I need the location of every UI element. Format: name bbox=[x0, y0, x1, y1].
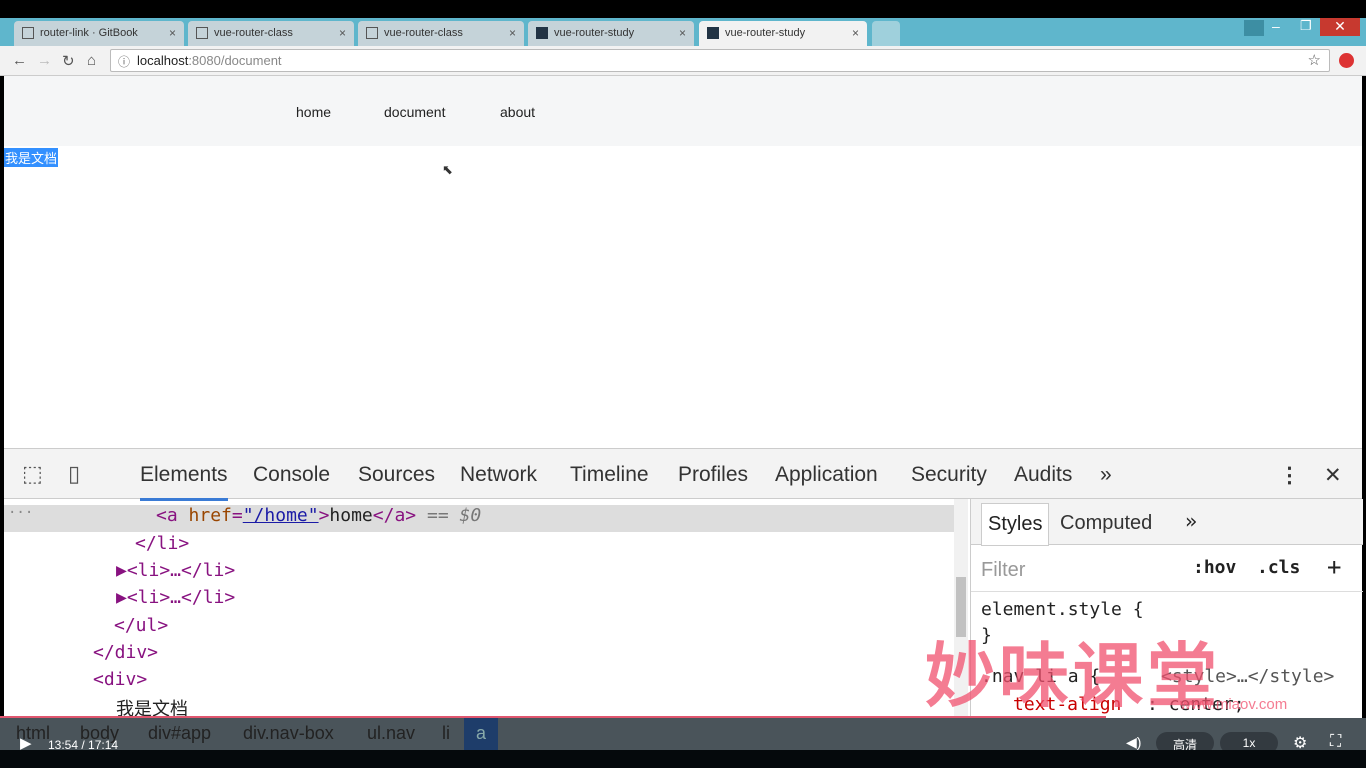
address-bar-row: ← → ↻ ⌂ ⓘ localhost:8080/document ☆ bbox=[0, 46, 1366, 76]
tag: </a> bbox=[372, 505, 417, 526]
tab-network[interactable]: Network bbox=[460, 463, 537, 487]
react-icon bbox=[536, 27, 548, 39]
inspect-icon[interactable]: ⬚ bbox=[22, 461, 43, 487]
tab-title: vue-router-class bbox=[214, 27, 293, 39]
tab-styles[interactable]: Styles bbox=[981, 503, 1050, 546]
breadcrumb: html body div#app div.nav-box ul.nav li … bbox=[0, 718, 1366, 754]
page-icon bbox=[366, 27, 378, 39]
tree-line[interactable]: <div> bbox=[4, 669, 954, 696]
selected-node[interactable]: ··· <a href="/home">home</a> == $0 bbox=[4, 505, 954, 532]
tab-bar: router-link · GitBook × vue-router-class ×… bbox=[0, 18, 1366, 46]
tab-elements[interactable]: Elements bbox=[140, 463, 228, 501]
tab-sources[interactable]: Sources bbox=[358, 463, 435, 487]
home-icon[interactable]: ⌂ bbox=[87, 52, 96, 69]
url-host: localhost bbox=[137, 53, 189, 68]
tree-line[interactable]: </li> bbox=[4, 533, 954, 560]
selection-marker: == $0 bbox=[426, 505, 482, 526]
close-devtools-icon[interactable]: ✕ bbox=[1324, 463, 1342, 488]
tab-title: router-link · GitBook bbox=[40, 27, 138, 39]
tree-line[interactable]: </div> bbox=[4, 642, 954, 669]
minimize-icon[interactable]: – bbox=[1272, 18, 1280, 34]
user-icon[interactable] bbox=[1244, 20, 1264, 36]
menu-icon[interactable]: ⋮ bbox=[1279, 463, 1300, 488]
window-close-icon[interactable]: ✕ bbox=[1320, 18, 1360, 36]
watermark: 妙味课堂 bbox=[925, 637, 1221, 715]
tab-computed[interactable]: Computed bbox=[1060, 512, 1152, 535]
breadcrumb-item[interactable]: ul.nav bbox=[367, 723, 415, 744]
browser-tab[interactable]: vue-router-class × bbox=[188, 21, 354, 46]
more-tabs-icon[interactable]: » bbox=[1100, 463, 1112, 487]
more-icon[interactable]: » bbox=[1185, 509, 1197, 533]
tab-console[interactable]: Console bbox=[253, 463, 330, 487]
breadcrumb-item[interactable]: li bbox=[442, 723, 450, 744]
tab-title: vue-router-study bbox=[725, 27, 806, 39]
page-content: home document about 我是文档 ⬉ bbox=[4, 76, 1362, 448]
document-text: 我是文档 bbox=[4, 148, 59, 167]
breadcrumb-item[interactable]: div.nav-box bbox=[243, 723, 334, 744]
browser-tab[interactable]: router-link · GitBook × bbox=[14, 21, 184, 46]
forward-icon[interactable]: → bbox=[37, 52, 52, 69]
tag: <a bbox=[156, 505, 189, 526]
breadcrumb-item-active[interactable]: a bbox=[464, 718, 499, 750]
rule-selector: element.style { bbox=[981, 599, 1144, 620]
nav-document-link[interactable]: document bbox=[384, 104, 445, 120]
tab-profiles[interactable]: Profiles bbox=[678, 463, 748, 487]
devtools-toolbar: ⬚ ▯ Elements Console Sources Network Tim… bbox=[4, 449, 1362, 501]
page-icon bbox=[196, 27, 208, 39]
close-icon[interactable]: × bbox=[169, 26, 176, 40]
ellipsis-icon[interactable]: ··· bbox=[8, 505, 33, 521]
watermark-url: www.miaov.com bbox=[1180, 696, 1288, 713]
browser-tab[interactable]: vue-router-study × bbox=[528, 21, 694, 46]
cursor-icon: ⬉ bbox=[442, 162, 453, 177]
device-toolbar-icon[interactable]: ▯ bbox=[68, 461, 80, 487]
reload-icon[interactable]: ↻ bbox=[62, 52, 75, 70]
attr-value[interactable]: "/home" bbox=[243, 505, 319, 526]
styles-tabs: Styles Computed » bbox=[971, 499, 1363, 546]
top-bar bbox=[0, 0, 1366, 18]
close-icon[interactable]: × bbox=[339, 26, 346, 40]
browser-tab[interactable]: vue-router-class × bbox=[358, 21, 524, 46]
tab-audits[interactable]: Audits bbox=[1014, 463, 1072, 487]
close-icon[interactable]: × bbox=[509, 26, 516, 40]
nav-about-link[interactable]: about bbox=[500, 104, 535, 120]
url-path: :8080/document bbox=[188, 53, 282, 68]
info-icon: ⓘ bbox=[118, 55, 131, 69]
extension-icon[interactable] bbox=[1339, 53, 1354, 68]
close-icon[interactable]: × bbox=[679, 26, 686, 40]
nav-home-link[interactable]: home bbox=[296, 104, 331, 120]
nav-box: home document about bbox=[4, 76, 1362, 146]
add-rule-icon[interactable]: + bbox=[1327, 553, 1341, 581]
hov-button[interactable]: :hov bbox=[1193, 557, 1236, 578]
volume-icon[interactable]: ◀) bbox=[1126, 734, 1141, 751]
tab-timeline[interactable]: Timeline bbox=[570, 463, 649, 487]
node-text: home bbox=[329, 505, 373, 526]
cls-button[interactable]: .cls bbox=[1257, 557, 1300, 578]
fullscreen-icon[interactable]: ⛶ bbox=[1330, 733, 1341, 751]
star-icon[interactable]: ☆ bbox=[1308, 51, 1321, 69]
tree-line[interactable]: ▶<li>…</li> bbox=[4, 587, 954, 614]
close-icon[interactable]: × bbox=[852, 26, 859, 40]
new-tab-button[interactable] bbox=[872, 21, 900, 46]
breadcrumb-item[interactable]: div#app bbox=[148, 723, 211, 744]
tab-title: vue-router-class bbox=[384, 27, 463, 39]
url-input[interactable]: ⓘ localhost:8080/document ☆ bbox=[110, 49, 1330, 72]
react-icon bbox=[707, 27, 719, 39]
restore-icon[interactable]: ❐ bbox=[1300, 18, 1312, 34]
attr-name: href bbox=[188, 505, 232, 526]
tab-security[interactable]: Security bbox=[911, 463, 987, 487]
tab-title: vue-router-study bbox=[554, 27, 635, 39]
tab-application[interactable]: Application bbox=[775, 463, 878, 487]
bottom-bar bbox=[0, 750, 1366, 768]
filter-input[interactable]: Filter bbox=[981, 559, 1025, 582]
tree-line[interactable]: ▶<li>…</li> bbox=[4, 560, 954, 587]
elements-tree: ··· <a href="/home">home</a> == $0 </li> … bbox=[4, 499, 968, 721]
book-icon bbox=[22, 27, 34, 39]
tree-line[interactable]: </ul> bbox=[4, 615, 954, 642]
back-icon[interactable]: ← bbox=[12, 52, 27, 69]
browser-tab-active[interactable]: vue-router-study × bbox=[699, 21, 867, 46]
